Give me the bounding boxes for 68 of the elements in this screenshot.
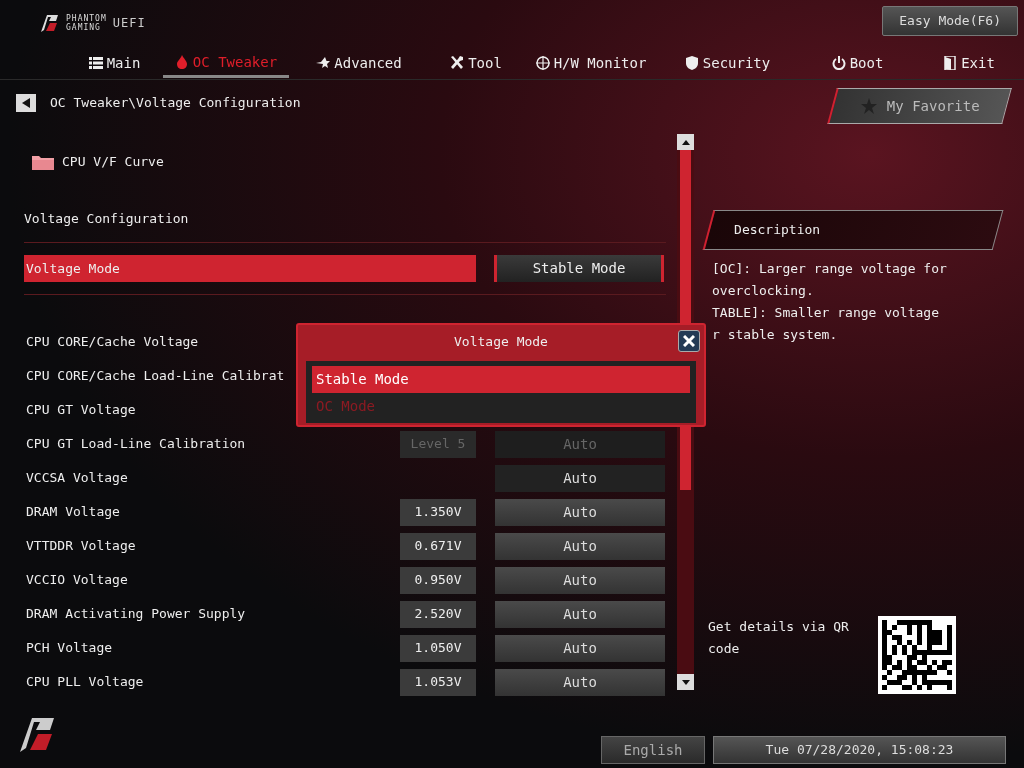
crosshair-icon (535, 56, 550, 70)
star-icon (860, 98, 877, 114)
setting-value-button[interactable]: Auto (495, 634, 665, 662)
setting-value-button[interactable]: Auto (495, 600, 665, 628)
back-arrow-icon (22, 98, 30, 108)
setting-label[interactable]: VTTDDR Voltage (26, 536, 400, 556)
close-button[interactable] (678, 330, 700, 352)
date-time-display: Tue 07/28/2020, 15:08:23 (713, 736, 1006, 764)
qr-code-icon (878, 616, 956, 694)
up-arrow-icon (681, 139, 690, 145)
description-header: Description (702, 210, 1004, 250)
description-text: TABLE]: Smaller range voltage (712, 304, 940, 322)
dialog-option[interactable]: Stable Mode (312, 366, 690, 393)
setting-label[interactable]: DRAM Voltage (26, 502, 400, 522)
setting-label[interactable]: CPU PLL Voltage (26, 672, 400, 692)
brand-logo-icon (38, 12, 60, 34)
voltage-reading: 1.050V (400, 634, 476, 662)
brand-name-text: GAMING (66, 23, 102, 32)
setting-label[interactable]: CPU GT Load-Line Calibration (26, 434, 400, 454)
star-icon (316, 56, 331, 70)
setting-label[interactable]: VCCIO Voltage (26, 570, 400, 590)
back-button[interactable] (16, 94, 36, 112)
scroll-thumb[interactable] (680, 150, 691, 490)
brand-name-text: PHANTOM (66, 14, 107, 23)
setting-value-button[interactable]: Auto (495, 566, 665, 594)
uefi-label: UEFI (112, 15, 146, 32)
setting-label[interactable]: VCCSA Voltage (26, 468, 400, 488)
menu-tab[interactable]: Advanced (289, 51, 429, 76)
language-button[interactable]: English (601, 736, 705, 764)
voltage-reading: 1.350V (400, 498, 476, 526)
setting-label[interactable]: DRAM Activating Power Supply (26, 604, 400, 624)
breadcrumb-path: OC Tweaker\Voltage Configuration (50, 94, 301, 113)
setting-label[interactable]: PCH Voltage (26, 638, 400, 658)
menu-tab[interactable]: H/W Monitor (523, 51, 659, 76)
my-favorite-button[interactable]: My Favorite (827, 88, 1012, 124)
list-icon (88, 56, 103, 70)
scroll-down-button[interactable] (677, 674, 694, 690)
menu-tab[interactable]: Boot (796, 51, 919, 76)
easy-mode-button[interactable]: Easy Mode(F6) (882, 6, 1018, 36)
submenu-item[interactable]: CPU V/F Curve (62, 151, 164, 172)
selected-setting-label[interactable]: Voltage Mode (24, 255, 476, 282)
description-text: [OC]: Larger range voltage for overclocking. (712, 260, 948, 300)
shield-icon (684, 56, 699, 70)
setting-value-button[interactable]: Stable Mode (494, 255, 664, 282)
voltage-reading: 1.053V (400, 668, 476, 696)
setting-value-button[interactable]: Auto (495, 532, 665, 560)
power-icon (831, 56, 846, 70)
description-text: r stable system. (712, 326, 839, 344)
menu-tab[interactable]: Main (66, 51, 163, 76)
menu-tab[interactable]: Exit (919, 51, 1019, 76)
menu-tab[interactable]: Security (659, 51, 796, 76)
qr-caption: Get details via QR code (708, 618, 850, 658)
folder-icon (32, 153, 54, 170)
setting-value-button[interactable]: Auto (495, 498, 665, 526)
setting-value-button[interactable]: Auto (495, 464, 665, 492)
menu-tab[interactable]: OC Tweaker (163, 49, 289, 78)
setting-value-button[interactable]: Auto (495, 668, 665, 696)
door-icon (943, 56, 958, 70)
scroll-up-button[interactable] (677, 134, 694, 150)
voltage-reading: 0.671V (400, 532, 476, 560)
down-arrow-icon (681, 679, 690, 685)
voltage-reading: 0.950V (400, 566, 476, 594)
section-heading: Voltage Configuration (24, 209, 189, 228)
voltage-reading: 2.520V (400, 600, 476, 628)
menu-tab[interactable]: Tool (429, 51, 523, 76)
voltage-reading: Level 5 (400, 430, 476, 458)
dialog-title: Voltage Mode (454, 333, 548, 352)
close-icon (683, 335, 695, 347)
